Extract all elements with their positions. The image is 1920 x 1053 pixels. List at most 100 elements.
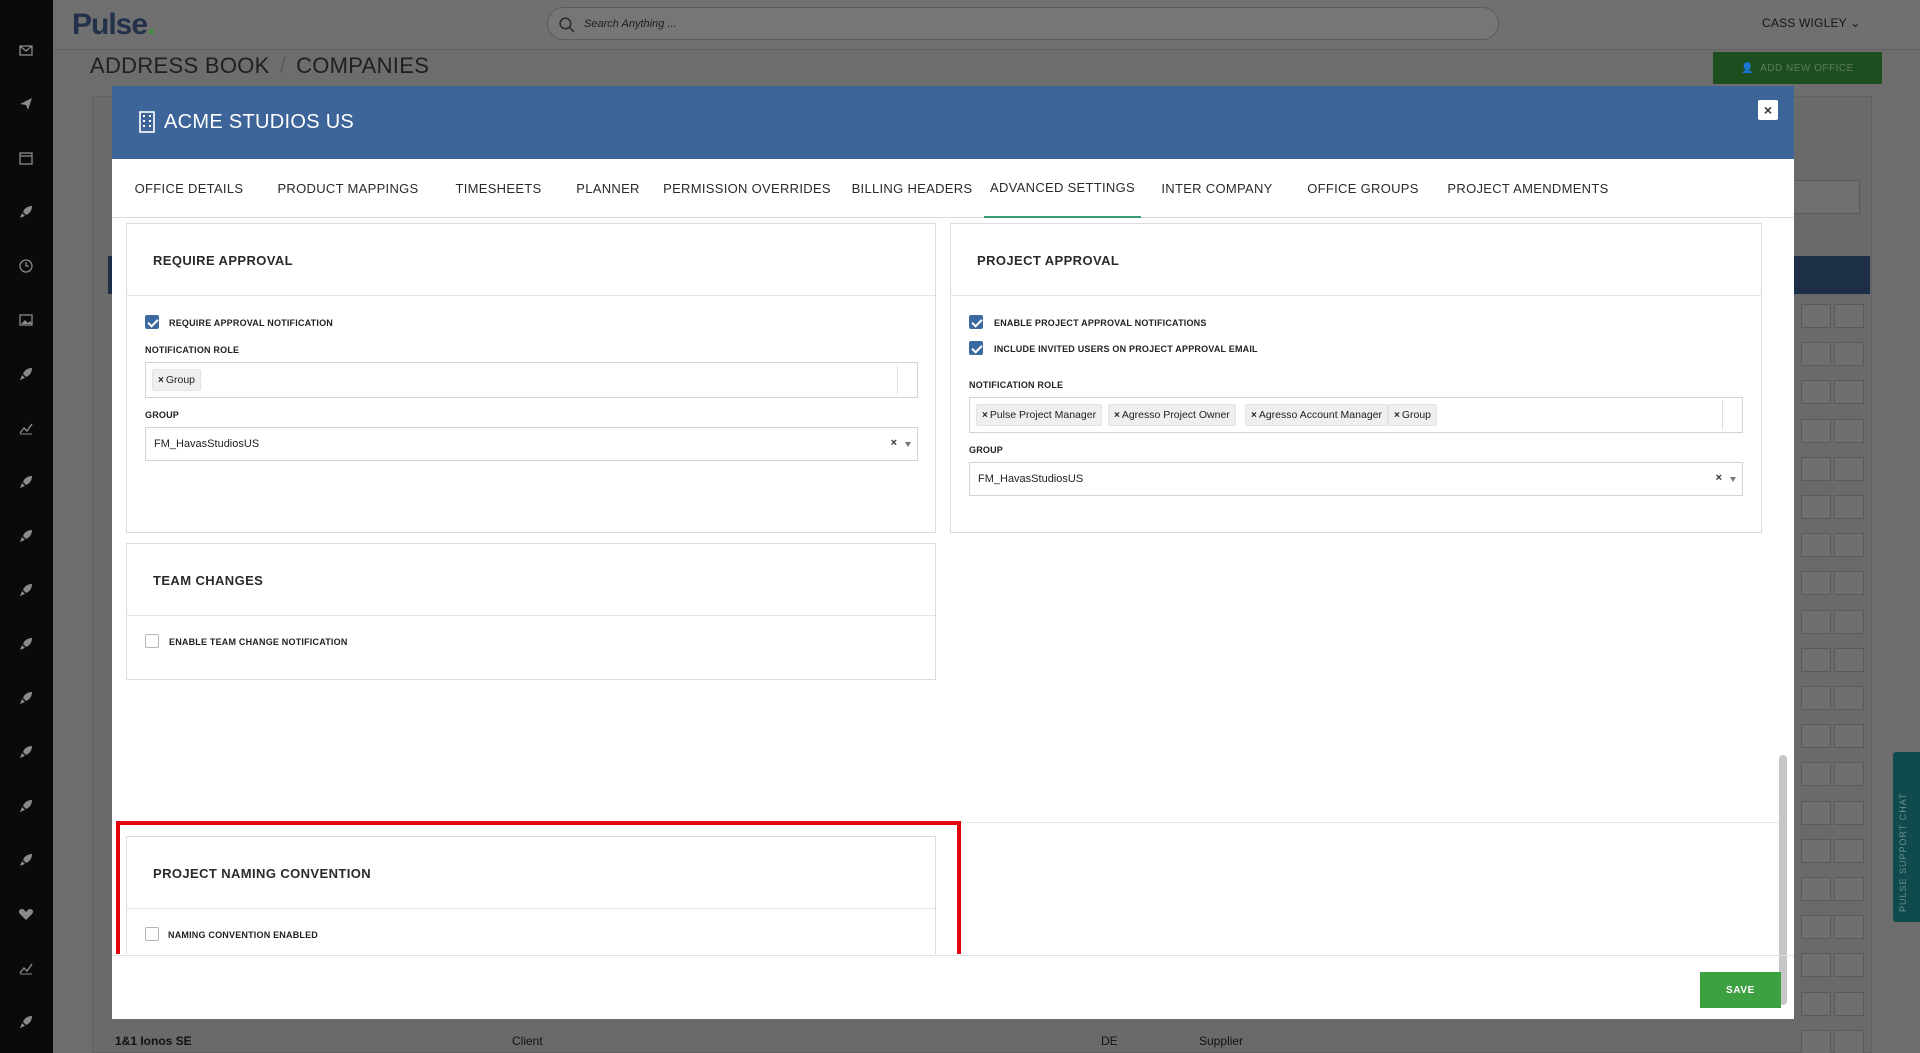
row-action-buttons: [1801, 456, 1871, 481]
rocket-icon[interactable]: [16, 742, 36, 762]
trash-icon[interactable]: [1834, 762, 1864, 787]
edit-icon[interactable]: [1801, 762, 1831, 787]
image-icon[interactable]: [16, 310, 36, 330]
remove-tag-icon[interactable]: ×: [1251, 410, 1257, 421]
rocket-icon[interactable]: [16, 796, 36, 816]
tab-billing-headers[interactable]: BILLING HEADERS: [837, 159, 987, 218]
rocket-icon[interactable]: [16, 850, 36, 870]
send-icon[interactable]: [16, 94, 36, 114]
close-button[interactable]: ×: [1758, 100, 1778, 120]
trash-icon[interactable]: [1834, 1029, 1864, 1053]
line-chart-icon[interactable]: [16, 958, 36, 978]
rocket-icon[interactable]: [16, 580, 36, 600]
row-action-buttons: [1801, 838, 1871, 863]
trash-icon[interactable]: [1834, 686, 1864, 710]
trash-icon[interactable]: [1834, 533, 1864, 558]
tab-inter-company[interactable]: INTER COMPANY: [1141, 159, 1293, 218]
include-invited-users-checkbox[interactable]: [969, 341, 983, 355]
support-chat-tab[interactable]: PULSE SUPPORT CHAT: [1893, 752, 1920, 922]
clock-icon[interactable]: [16, 256, 36, 276]
trash-icon[interactable]: [1834, 800, 1864, 825]
heart-icon[interactable]: [16, 904, 36, 924]
add-new-office-button[interactable]: 👤 ADD NEW OFFICE: [1713, 52, 1882, 84]
edit-icon[interactable]: [1801, 609, 1831, 634]
edit-icon[interactable]: [1801, 915, 1831, 940]
breadcrumb-address-book[interactable]: ADDRESS BOOK: [90, 53, 270, 78]
modal-scrollbar[interactable]: [1779, 219, 1787, 1005]
trash-icon[interactable]: [1834, 838, 1864, 863]
edit-icon[interactable]: [1801, 647, 1831, 672]
tab-office-details[interactable]: OFFICE DETAILS: [120, 159, 258, 218]
trash-icon[interactable]: [1834, 915, 1864, 940]
line-chart-icon[interactable]: [16, 418, 36, 438]
save-button[interactable]: SAVE: [1700, 972, 1781, 1008]
search-input[interactable]: [584, 14, 1464, 34]
edit-icon[interactable]: [1801, 571, 1831, 596]
tab-office-groups[interactable]: OFFICE GROUPS: [1293, 159, 1433, 218]
trash-icon[interactable]: [1834, 647, 1864, 672]
tab-planner[interactable]: PLANNER: [559, 159, 657, 218]
tab-project-amendments[interactable]: PROJECT AMENDMENTS: [1433, 159, 1623, 218]
rocket-icon[interactable]: [16, 526, 36, 546]
row-company-relationship: Supplier: [1199, 1034, 1244, 1048]
pulse-logo[interactable]: Pulse.: [72, 8, 155, 42]
edit-icon[interactable]: [1801, 838, 1831, 863]
require-approval-checkbox[interactable]: [145, 315, 159, 329]
notification-role-select[interactable]: × Pulse Project Manager × Agresso Project …: [969, 397, 1743, 433]
tab-product-mappings[interactable]: PRODUCT MAPPINGS: [258, 159, 438, 218]
naming-convention-checkbox[interactable]: [145, 927, 159, 941]
edit-icon[interactable]: [1801, 495, 1831, 519]
mail-icon[interactable]: [16, 40, 36, 60]
trash-icon[interactable]: [1834, 342, 1864, 367]
rocket-icon[interactable]: [16, 1012, 36, 1032]
edit-icon[interactable]: [1801, 686, 1831, 710]
clear-icon[interactable]: ×: [1716, 472, 1722, 484]
trash-icon[interactable]: [1834, 456, 1864, 481]
rocket-icon[interactable]: [16, 688, 36, 708]
trash-icon[interactable]: [1834, 877, 1864, 901]
rocket-icon[interactable]: [16, 364, 36, 384]
rocket-icon[interactable]: [16, 202, 36, 222]
edit-icon[interactable]: [1801, 418, 1831, 443]
edit-icon[interactable]: [1801, 456, 1831, 481]
edit-icon[interactable]: [1801, 991, 1831, 1016]
global-search[interactable]: [547, 7, 1499, 40]
edit-icon[interactable]: [1801, 304, 1831, 328]
edit-icon[interactable]: [1801, 533, 1831, 558]
trash-icon[interactable]: [1834, 418, 1864, 443]
remove-tag-icon[interactable]: ×: [1394, 410, 1400, 421]
edit-icon[interactable]: [1801, 380, 1831, 405]
trash-icon[interactable]: [1834, 495, 1864, 519]
remove-tag-icon[interactable]: ×: [1114, 410, 1120, 421]
edit-icon[interactable]: [1801, 724, 1831, 749]
tab-permission-overrides[interactable]: PERMISSION OVERRIDES: [657, 159, 837, 218]
team-change-checkbox[interactable]: [145, 634, 159, 648]
calendar-icon[interactable]: [16, 148, 36, 168]
tab-advanced-settings[interactable]: ADVANCED SETTINGS: [984, 159, 1141, 218]
clear-icon[interactable]: ×: [891, 437, 897, 449]
rocket-icon[interactable]: [16, 472, 36, 492]
tab-timesheets[interactable]: TIMESHEETS: [438, 159, 559, 218]
trash-icon[interactable]: [1834, 609, 1864, 634]
edit-icon[interactable]: [1801, 877, 1831, 901]
trash-icon[interactable]: [1834, 991, 1864, 1016]
trash-icon[interactable]: [1834, 304, 1864, 328]
remove-tag-icon[interactable]: ×: [982, 410, 988, 421]
trash-icon[interactable]: [1834, 953, 1864, 978]
user-menu[interactable]: CASS WIGLEY ⌄: [1762, 16, 1860, 30]
remove-tag-icon[interactable]: ×: [158, 375, 164, 386]
group-select[interactable]: FM_HavasStudiosUS ×: [145, 427, 918, 461]
enable-project-approval-checkbox[interactable]: [969, 315, 983, 329]
group-select[interactable]: FM_HavasStudiosUS ×: [969, 462, 1743, 496]
trash-icon[interactable]: [1834, 571, 1864, 596]
notification-role-select[interactable]: × Group: [145, 362, 918, 398]
user-name: CASS WIGLEY: [1762, 16, 1847, 30]
trash-icon[interactable]: [1834, 380, 1864, 405]
edit-icon[interactable]: [1801, 342, 1831, 367]
edit-icon[interactable]: [1801, 800, 1831, 825]
trash-icon[interactable]: [1834, 724, 1864, 749]
edit-icon[interactable]: [1801, 953, 1831, 978]
naming-convention-label: NAMING CONVENTION ENABLED: [168, 930, 319, 940]
edit-icon[interactable]: [1801, 1029, 1831, 1053]
rocket-icon[interactable]: [16, 634, 36, 654]
